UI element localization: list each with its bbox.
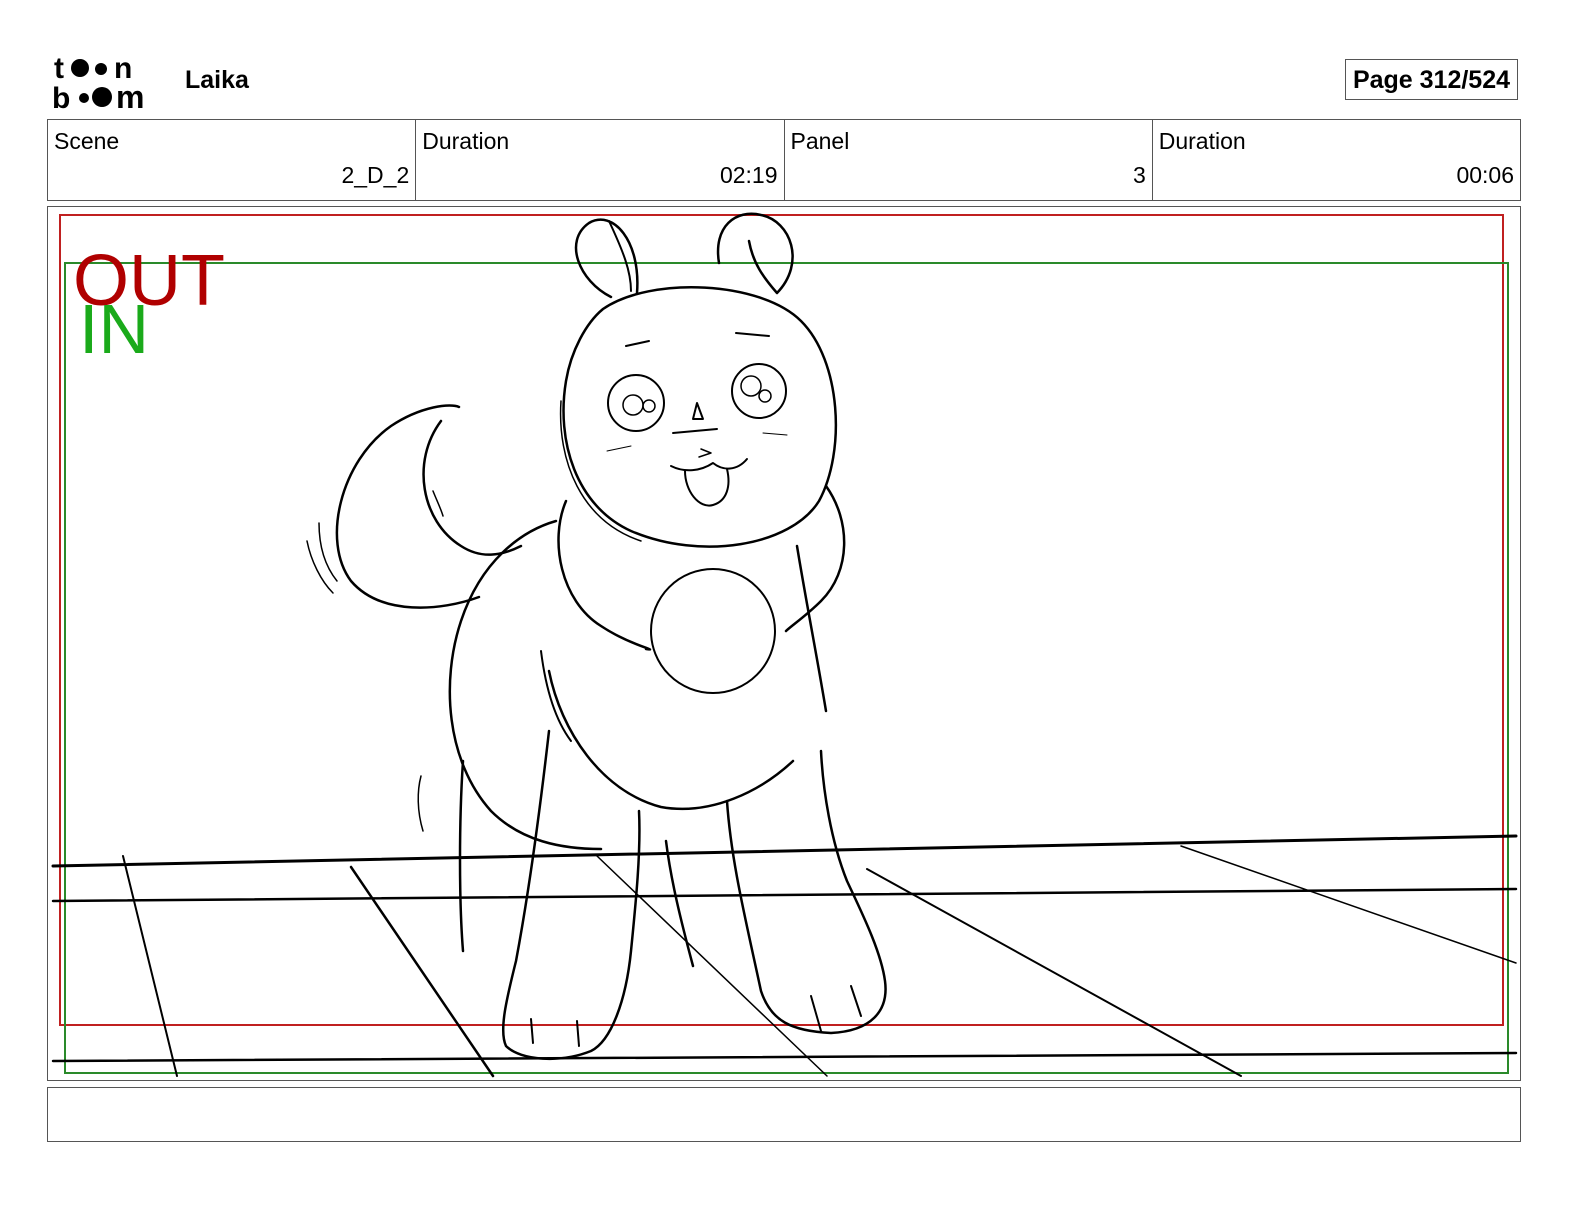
panel-duration-cell: Duration 00:06 <box>1153 120 1520 200</box>
scene-label: Scene <box>54 128 120 154</box>
svg-text:b: b <box>52 82 70 112</box>
scene-duration-value: 02:19 <box>719 162 778 188</box>
storyboard-panel: OUT IN <box>47 206 1521 1081</box>
panel-duration-label: Duration <box>1158 128 1246 154</box>
panel-label: Panel <box>790 128 850 154</box>
scene-cell: Scene 2_D_2 <box>48 120 417 200</box>
sketch-lines <box>51 212 1518 1078</box>
scene-duration-label: Duration <box>422 128 510 154</box>
panel-cell: Panel 3 <box>785 120 1153 200</box>
caption-box <box>47 1087 1521 1142</box>
in-label: IN <box>79 290 149 368</box>
in-frame <box>64 262 1509 1074</box>
project-title: Laika <box>185 66 249 94</box>
scene-duration-cell: Duration 02:19 <box>416 120 785 200</box>
panel-value: 3 <box>1132 162 1146 188</box>
panel-duration-value: 00:06 <box>1456 162 1514 188</box>
scene-info-table: Scene 2_D_2 Duration 02:19 Panel 3 Durat… <box>47 119 1521 201</box>
out-frame <box>59 214 1504 1026</box>
page-indicator: Page 312/524 <box>1345 59 1518 100</box>
panel-sketch: OUT IN <box>51 212 1518 1078</box>
svg-text:m: m <box>116 79 144 112</box>
scene-value: 2_D_2 <box>341 162 410 188</box>
toonboom-logo: t n b m <box>52 52 164 115</box>
svg-text:t: t <box>54 52 64 85</box>
